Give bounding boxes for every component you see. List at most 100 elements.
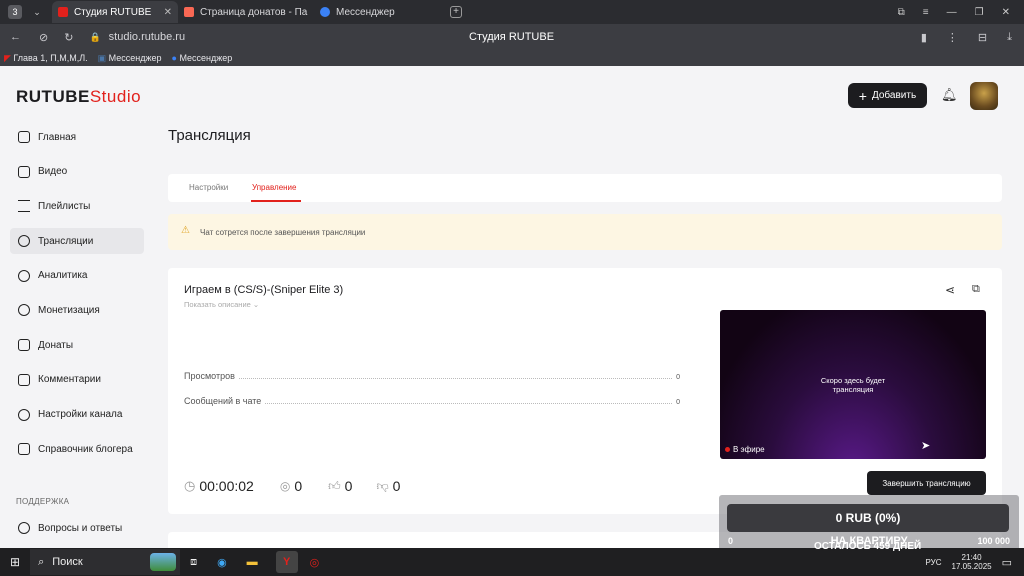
avatar[interactable] xyxy=(970,82,998,110)
help-icon xyxy=(18,522,30,534)
sidebar-item-home[interactable]: Главная xyxy=(10,124,144,150)
comments-icon xyxy=(18,373,30,386)
shield-icon[interactable]: ⊘ xyxy=(39,31,48,44)
sidebar-item-video[interactable]: Видео xyxy=(10,159,144,185)
warning-icon: ⚠ xyxy=(181,225,190,236)
donate-icon xyxy=(18,339,30,352)
browser-tabbar: 3 ⌄ Студия RUTUBE ✕ Страница донатов - П… xyxy=(0,0,1024,24)
more-icon[interactable]: ⋮ xyxy=(947,31,958,44)
tab-messenger[interactable]: Мессенджер xyxy=(314,1,450,23)
sidebar-item-channel-settings[interactable]: Настройки канала xyxy=(10,402,144,428)
sidebar-item-handbook[interactable]: Справочник блогера xyxy=(10,436,144,462)
stream-preview[interactable]: Скоро здесь будет трансляция В эфире ➤ xyxy=(720,310,986,459)
tabs-card: Настройки Управление xyxy=(168,174,1002,202)
yandex-browser-icon[interactable]: Y xyxy=(275,551,298,573)
rutube-tab-icon xyxy=(58,7,68,17)
stat-value: 0 xyxy=(676,399,680,406)
bell-icon[interactable]: 🔔︎ xyxy=(941,87,958,103)
bookmarks-icon[interactable]: ⧉ xyxy=(898,7,905,18)
language-indicator[interactable]: РУС xyxy=(926,558,942,567)
plus-icon: + xyxy=(858,87,867,104)
extensions-icon[interactable]: ⊟ xyxy=(978,31,987,44)
show-description-link[interactable]: Показать описание ⌄ xyxy=(184,300,259,309)
sidebar-item-playlists[interactable]: Плейлисты xyxy=(10,193,144,219)
notifications-icon[interactable]: ▭ xyxy=(1002,556,1012,569)
sidebar-item-monetization[interactable]: Монетизация xyxy=(10,297,144,323)
stat-row-messages: Сообщений в чате 0 xyxy=(184,396,680,406)
bookmark-item[interactable]: ▣ Мессенджер xyxy=(98,53,162,64)
close-icon[interactable]: ✕ xyxy=(164,7,172,18)
video-icon xyxy=(18,165,30,178)
home-icon xyxy=(18,131,30,143)
task-view-icon[interactable]: ⧈ xyxy=(190,556,197,569)
rutube-studio-logo[interactable]: RUTUBEStudio xyxy=(16,87,141,107)
add-button[interactable]: + Добавить xyxy=(848,83,927,108)
tab-management[interactable]: Управление xyxy=(252,183,296,192)
messenger-tab-icon xyxy=(320,7,330,17)
minimize-icon[interactable]: — xyxy=(947,7,957,18)
vk-icon: ▣ xyxy=(97,52,109,63)
notice-banner: ⚠ Чат сотрется после завершения трансляц… xyxy=(168,214,1002,250)
url-field[interactable]: studio.rutube.ru xyxy=(109,31,185,43)
menu-icon[interactable]: ≡ xyxy=(923,7,929,18)
sidebar-item-label: Плейлисты xyxy=(38,200,91,212)
sidebar-item-analytics[interactable]: Аналитика xyxy=(10,263,144,289)
page-heading: Трансляция xyxy=(168,127,251,144)
clock-time: 21:40 xyxy=(961,553,982,562)
notice-text: Чат сотрется после завершения трансляции xyxy=(200,228,366,237)
edge-icon[interactable]: ◉ xyxy=(217,556,227,569)
clock[interactable]: 21:40 17.05.2025 xyxy=(952,553,992,571)
obs-icon[interactable]: ◎ xyxy=(310,556,320,569)
tabs-dropdown-icon[interactable]: ⌄ xyxy=(30,7,44,18)
sidebar-item-donations[interactable]: Донаты xyxy=(10,332,144,358)
tab-donations-page[interactable]: Страница донатов - Пане xyxy=(178,1,314,23)
active-tab-underline xyxy=(251,200,301,202)
clock-icon: ◷ xyxy=(184,478,196,493)
live-dot-icon xyxy=(725,447,730,452)
reload-icon[interactable]: ↻ xyxy=(64,31,73,44)
like-icon: 👍︎ xyxy=(328,478,341,493)
windows-start-icon[interactable]: ⊞ xyxy=(10,555,20,569)
weather-icon xyxy=(150,553,177,571)
sidebar: Главная Видео Плейлисты Трансляции Анали… xyxy=(10,124,144,471)
stream-metrics: ◷ 00:00:02 ◎ 0 👍︎ 0 👎︎ 0 xyxy=(184,478,400,494)
settings-icon xyxy=(18,408,30,421)
share-icon[interactable]: ⋖ xyxy=(945,283,955,297)
preview-text: Скоро здесь будет xyxy=(820,376,886,385)
tab-studio-rutube[interactable]: Студия RUTUBE ✕ xyxy=(52,1,178,23)
stream-title: Играем в (CS/S)-(Sniper Elite 3) xyxy=(184,284,344,296)
bookmark-icon[interactable]: ▮ xyxy=(921,31,927,44)
download-icon[interactable]: ⤓ xyxy=(1007,31,1012,44)
sidebar-item-label: Видео xyxy=(38,166,68,178)
dotted-leader xyxy=(265,403,673,404)
end-stream-button[interactable]: Завершить трансляцию xyxy=(867,471,986,495)
back-icon[interactable]: ← xyxy=(10,31,21,43)
preview-message: Скоро здесь будет трансляция xyxy=(720,376,986,394)
bookmark-label: Глава 1, П,М,М,Л. xyxy=(13,52,88,63)
donate-tab-icon xyxy=(184,7,194,17)
browser-menu-icon[interactable]: 3 xyxy=(8,5,22,19)
live-label: В эфире xyxy=(733,445,765,454)
maximize-icon[interactable]: ❐ xyxy=(975,7,984,18)
sidebar-item-broadcasts[interactable]: Трансляции xyxy=(10,228,144,255)
dislike-icon: 👎︎ xyxy=(376,478,389,493)
sidebar-item-label: Аналитика xyxy=(38,270,88,282)
viewers-icon: ◎ xyxy=(279,479,291,493)
external-link-icon[interactable]: ⧉ xyxy=(972,283,980,296)
bookmark-item[interactable]: ◤ Глава 1, П,М,М,Л. xyxy=(4,53,88,64)
stream-timer: 00:00:02 xyxy=(199,478,254,494)
logo-main: RUTUBE xyxy=(16,87,90,106)
new-tab-icon[interactable]: + xyxy=(450,6,462,18)
tab-label: Мессенджер xyxy=(336,6,395,18)
donation-amount: 0 RUB (0%) xyxy=(727,504,1009,532)
sidebar-item-comments[interactable]: Комментарии xyxy=(10,367,144,393)
bookmark-item[interactable]: ● Мессенджер xyxy=(172,53,233,63)
window-close-icon[interactable]: ✕ xyxy=(1002,7,1010,18)
stat-label: Просмотров xyxy=(184,371,235,381)
sidebar-item-label: Комментарии xyxy=(38,374,101,386)
page-title: Студия RUTUBE xyxy=(469,31,555,43)
sidebar-item-faq[interactable]: Вопросы и ответы xyxy=(10,515,144,541)
windows-taskbar: ⊞ ⌕ Поиск ⧈ ◉ ▬ Y ◎ ОСТАЛОСЬ 459 ДНЕЙ РУ… xyxy=(0,541,1024,576)
tab-settings[interactable]: Настройки xyxy=(189,183,228,192)
explorer-icon[interactable]: ▬ xyxy=(247,556,258,568)
